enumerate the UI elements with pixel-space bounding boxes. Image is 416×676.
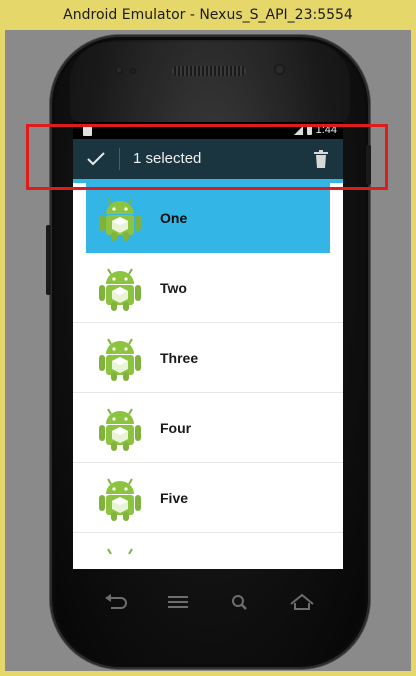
list-item[interactable]: Two [73,253,343,323]
menu-icon[interactable] [163,592,193,612]
list-item[interactable]: Four [73,393,343,463]
hardware-nav-bar [73,578,343,622]
front-camera-icon [274,64,285,75]
list-item-label: Four [160,420,192,436]
search-icon[interactable] [225,592,255,612]
list-item[interactable]: Five [73,463,343,533]
list-item-label: One [160,210,188,226]
sensor-icon [130,68,136,74]
sensor-icon [115,66,123,74]
window-title: Android Emulator - Nexus_S_API_23:5554 [0,0,416,30]
list-item-label: Two [160,280,187,296]
back-icon[interactable] [101,592,131,612]
home-icon[interactable] [287,592,317,612]
list-item-label: Three [160,350,199,366]
list-item[interactable]: One [86,183,330,253]
android-icon [99,198,141,241]
android-icon [99,268,141,311]
android-icon [107,548,133,555]
android-icon [99,338,141,381]
list-item-partial[interactable] [73,533,343,569]
earpiece-speaker [172,66,246,76]
android-icon [99,478,141,521]
list-item-label: Five [160,490,189,506]
highlight-box [26,124,388,190]
volume-button[interactable] [46,225,51,295]
android-icon [99,408,141,451]
item-list: One Two Three Four Five [73,183,343,569]
list-item[interactable]: Three [73,323,343,393]
